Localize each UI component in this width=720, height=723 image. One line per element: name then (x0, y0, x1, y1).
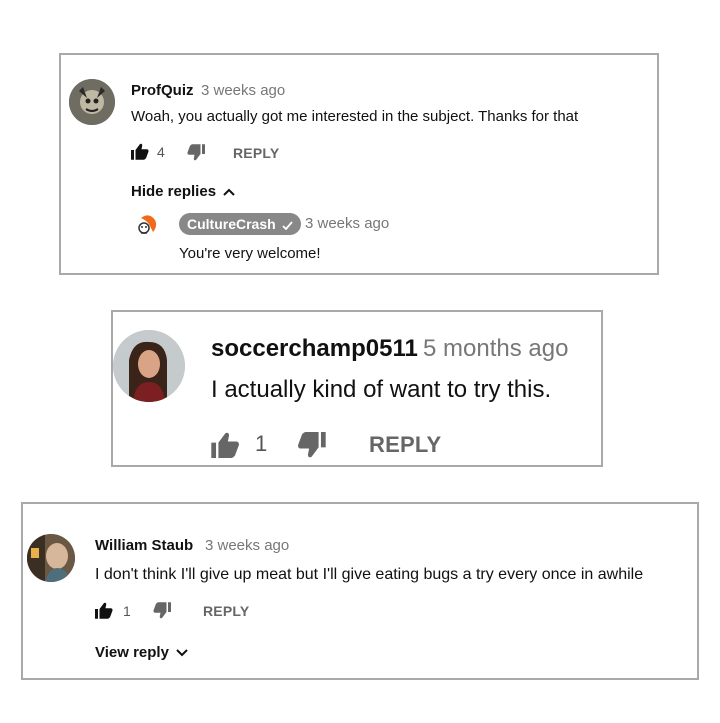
view-reply-toggle[interactable]: View reply (95, 644, 188, 661)
like-count: 1 (123, 603, 131, 619)
hide-replies-label: Hide replies (131, 183, 217, 200)
comment-text: I don't think I'll give up meat but I'll… (95, 566, 644, 583)
reply-button[interactable]: REPLY (233, 145, 279, 161)
like-button[interactable] (95, 602, 113, 619)
view-reply-label: View reply (95, 644, 169, 661)
like-count: 4 (157, 144, 165, 160)
checkmark-icon (281, 221, 293, 230)
comment-time[interactable]: 3 weeks ago (201, 82, 285, 99)
comment-time[interactable]: 3 weeks ago (205, 537, 289, 554)
thumbs-down-icon (153, 602, 171, 619)
dislike-button[interactable] (153, 602, 171, 619)
comment-time[interactable]: 5 months ago (423, 335, 568, 363)
thumbs-down-icon (187, 144, 205, 161)
comment-author[interactable]: soccerchamp0511 (211, 335, 418, 363)
comment-text: Woah, you actually got me interested in … (131, 108, 579, 125)
hide-replies-toggle[interactable]: Hide replies (131, 183, 235, 200)
dislike-button[interactable] (297, 432, 326, 458)
reply-time[interactable]: 3 weeks ago (305, 215, 389, 232)
avatar[interactable] (27, 534, 75, 582)
comment-card-profquiz: ProfQuiz 3 weeks ago Woah, you actually … (59, 53, 659, 275)
reply-avatar[interactable] (133, 212, 161, 240)
avatar[interactable] (69, 79, 115, 125)
reply-button[interactable]: REPLY (203, 603, 249, 619)
like-button[interactable] (211, 432, 240, 458)
comment-card-william-staub: William Staub 3 weeks ago I don't think … (21, 502, 699, 680)
thumbs-up-icon (211, 432, 239, 458)
chevron-up-icon (223, 188, 235, 196)
dislike-button[interactable] (187, 144, 205, 161)
like-button[interactable] (131, 143, 149, 160)
comment-text: I actually kind of want to try this. (211, 376, 552, 403)
reply-button[interactable]: REPLY (369, 432, 441, 458)
like-count: 1 (255, 431, 268, 456)
reply-text: You're very welcome! (179, 245, 321, 262)
avatar[interactable] (113, 330, 185, 402)
comment-author[interactable]: William Staub (95, 537, 193, 554)
thumbs-up-icon (95, 602, 113, 619)
thumbs-up-icon (131, 143, 149, 160)
reply-author-badge[interactable]: CultureCrash (179, 213, 301, 235)
comment-author[interactable]: ProfQuiz (131, 82, 194, 99)
reply-author: CultureCrash (187, 216, 276, 232)
thumbs-down-icon (298, 432, 326, 458)
comment-card-soccerchamp: soccerchamp0511 5 months ago I actually … (111, 310, 603, 467)
chevron-down-icon (176, 649, 188, 657)
